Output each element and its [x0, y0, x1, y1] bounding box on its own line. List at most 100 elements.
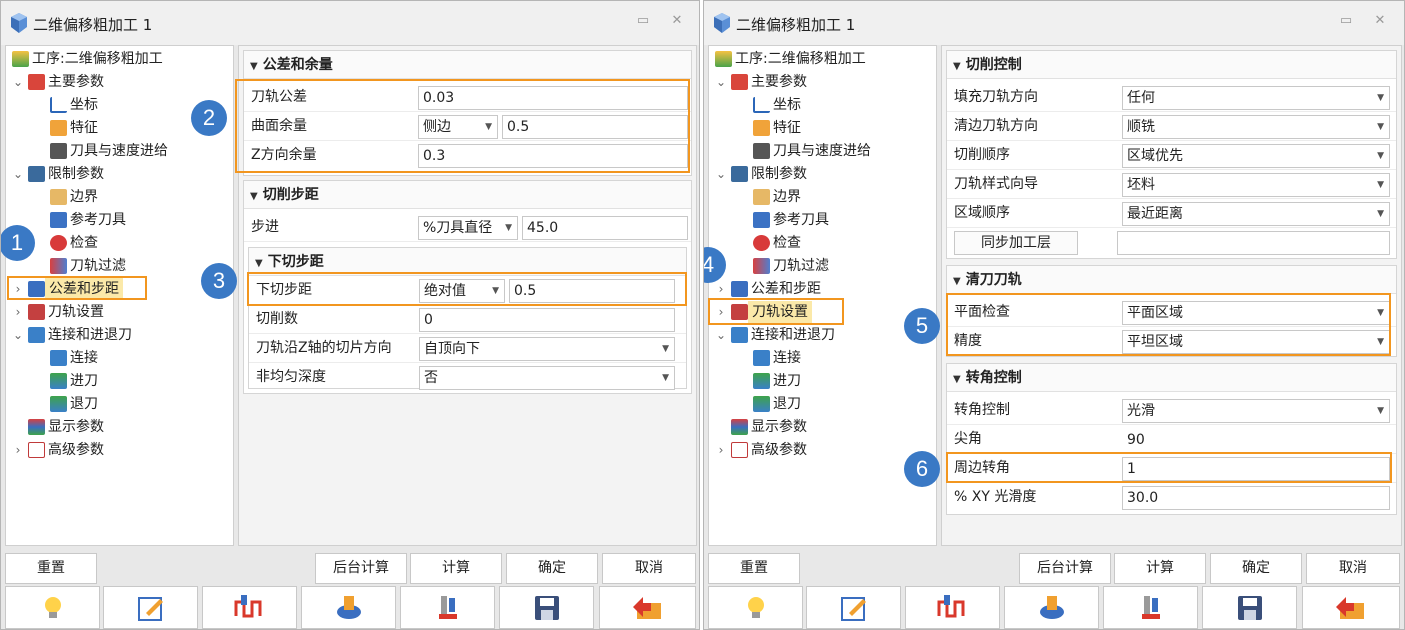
path-tolerance-input[interactable]: 0.03: [418, 86, 688, 110]
window-title: 二维偏移粗加工 1: [736, 16, 856, 34]
section-header[interactable]: ▼ 切削步距: [244, 181, 691, 209]
path-style-select[interactable]: 坯料 ▼: [1122, 173, 1390, 197]
simulate-icon[interactable]: [1103, 586, 1198, 629]
stepdown-mode-select[interactable]: 绝对值 ▼: [419, 279, 505, 303]
collapse-icon[interactable]: ⌄: [12, 163, 24, 185]
collapse-triangle-icon: ▼: [953, 61, 961, 72]
expand-icon[interactable]: ›: [12, 278, 24, 300]
region-order-select[interactable]: 最近距离 ▼: [1122, 202, 1390, 226]
expand-icon[interactable]: ›: [715, 301, 727, 323]
path-setting-icon: [28, 304, 45, 320]
cut-order-select[interactable]: 区域优先 ▼: [1122, 144, 1390, 168]
ok-button[interactable]: 确定: [506, 553, 598, 584]
help-icon[interactable]: ▭: [1338, 13, 1354, 29]
section-header[interactable]: ▼ 清刀刀轨: [947, 266, 1396, 294]
sharp-angle-input[interactable]: 90: [1122, 428, 1390, 452]
left-properties: ▼ 公差和余量 刀轨公差 0.03 曲面余量 侧边 ▼ 0.5 Z方向余量 0.3 ▼ 切削步…: [238, 45, 697, 546]
perimeter-corner-input[interactable]: 1: [1122, 457, 1390, 481]
clean-direction-select[interactable]: 顺铣 ▼: [1122, 115, 1390, 139]
sync-layer-input[interactable]: [1117, 231, 1390, 255]
tip-bulb-icon[interactable]: [5, 586, 100, 629]
row-surface-allowance: 曲面余量 侧边 ▼ 0.5: [244, 112, 691, 141]
expand-icon[interactable]: ›: [715, 439, 727, 461]
cancel-button[interactable]: 取消: [602, 553, 696, 584]
toolpath-preview-icon[interactable]: [905, 586, 1000, 629]
fill-direction-select[interactable]: 任何 ▼: [1122, 86, 1390, 110]
step-badge-2: 2: [191, 100, 227, 136]
stepdown-input[interactable]: 0.5: [509, 279, 675, 303]
step-badge-5: 5: [904, 308, 940, 344]
main-params-icon: [28, 74, 45, 90]
compute-button[interactable]: 计算: [1114, 553, 1206, 584]
ok-button[interactable]: 确定: [1210, 553, 1302, 584]
close-icon[interactable]: ✕: [1372, 13, 1388, 29]
collapse-icon[interactable]: ⌄: [715, 163, 727, 185]
cancel-button[interactable]: 取消: [1306, 553, 1400, 584]
compute-button[interactable]: 计算: [410, 553, 502, 584]
tool-icon[interactable]: [1004, 586, 1099, 629]
collapse-icon[interactable]: ⌄: [715, 71, 727, 93]
surface-allowance-input[interactable]: 0.5: [502, 115, 688, 139]
collapse-icon[interactable]: ⌄: [12, 324, 24, 346]
save-icon[interactable]: [499, 586, 594, 629]
save-icon[interactable]: [1202, 586, 1297, 629]
dropdown-arrow-icon: ▼: [492, 286, 499, 296]
dropdown-arrow-icon: ▼: [1377, 406, 1384, 416]
path-setting-icon: [731, 304, 748, 320]
expand-icon[interactable]: ›: [715, 278, 727, 300]
coordinate-icon: [50, 97, 67, 113]
z-allowance-input[interactable]: 0.3: [418, 144, 688, 168]
collapse-triangle-icon: ▼: [250, 191, 258, 202]
edit-icon[interactable]: [806, 586, 901, 629]
import-icon[interactable]: [1302, 586, 1400, 629]
expand-icon[interactable]: ›: [12, 439, 24, 461]
simulate-icon[interactable]: [400, 586, 495, 629]
close-icon[interactable]: ✕: [669, 13, 685, 29]
expand-icon[interactable]: ›: [12, 301, 24, 323]
help-icon[interactable]: ▭: [635, 13, 651, 29]
window-title: 二维偏移粗加工 1: [33, 16, 153, 34]
section-header[interactable]: ▼ 公差和余量: [244, 51, 691, 79]
precision-select[interactable]: 平坦区域 ▼: [1122, 330, 1390, 354]
reset-button[interactable]: 重置: [708, 553, 800, 584]
section-header[interactable]: ▼ 转角控制: [947, 364, 1396, 392]
cut-count-input[interactable]: 0: [419, 308, 675, 332]
left-button-row: 重置 后台计算 计算 确定 取消: [1, 553, 699, 584]
tip-bulb-icon[interactable]: [708, 586, 803, 629]
background-compute-button[interactable]: 后台计算: [1019, 553, 1111, 584]
reset-button[interactable]: 重置: [5, 553, 97, 584]
stepover-input[interactable]: 45.0: [522, 216, 688, 240]
row-path-tolerance: 刀轨公差 0.03: [244, 83, 691, 112]
dropdown-arrow-icon: ▼: [1377, 122, 1384, 132]
slice-direction-select[interactable]: 自顶向下 ▼: [419, 337, 675, 361]
lead-in-icon: [50, 373, 67, 389]
edit-icon[interactable]: [103, 586, 198, 629]
toolpath-preview-icon[interactable]: [202, 586, 297, 629]
xy-smoothness-input[interactable]: 30.0: [1122, 486, 1390, 510]
ref-tool-icon: [753, 212, 770, 228]
section-header[interactable]: ▼ 下切步距: [249, 248, 686, 276]
ref-tool-icon: [50, 212, 67, 228]
collapse-icon[interactable]: ⌄: [715, 324, 727, 346]
left-dialog: 二维偏移粗加工 1 ▭ ✕ 工序:二维偏移粗加工 ⌄ 主要参数 坐标 特征 刀具与…: [0, 0, 700, 630]
flat-check-select[interactable]: 平面区域 ▼: [1122, 301, 1390, 325]
tool-icon[interactable]: [301, 586, 396, 629]
row-path-style: 刀轨样式向导 坯料 ▼: [947, 170, 1396, 199]
background-compute-button[interactable]: 后台计算: [315, 553, 407, 584]
dropdown-arrow-icon: ▼: [505, 223, 512, 233]
import-icon[interactable]: [599, 586, 696, 629]
dropdown-arrow-icon: ▼: [662, 373, 669, 383]
dropdown-arrow-icon: ▼: [1377, 93, 1384, 103]
stepover-mode-select[interactable]: %刀具直径 ▼: [418, 216, 518, 240]
row-xy-smoothness: % XY 光滑度 30.0: [947, 483, 1396, 512]
corner-control-select[interactable]: 光滑 ▼: [1122, 399, 1390, 423]
section-clean-path: ▼ 清刀刀轨 平面检查 平面区域 ▼ 精度 平坦区域 ▼: [946, 265, 1397, 357]
section-header[interactable]: ▼ 切削控制: [947, 51, 1396, 79]
surface-mode-select[interactable]: 侧边 ▼: [418, 115, 498, 139]
collapse-icon[interactable]: ⌄: [12, 71, 24, 93]
right-properties: ▼ 切削控制 填充刀轨方向 任何 ▼ 清边刀轨方向 顺铣 ▼ 切削顺序 区域优先 ▼ 刀轨样式…: [941, 45, 1402, 546]
nonuniform-depth-select[interactable]: 否 ▼: [419, 366, 675, 390]
sync-layer-button[interactable]: 同步加工层: [954, 231, 1078, 255]
right-param-tree: 工序:二维偏移粗加工 ⌄ 主要参数 坐标 特征 刀具与速度进给 ⌄ 限制参数 边界 …: [708, 45, 937, 546]
path-filter-icon: [50, 258, 67, 274]
